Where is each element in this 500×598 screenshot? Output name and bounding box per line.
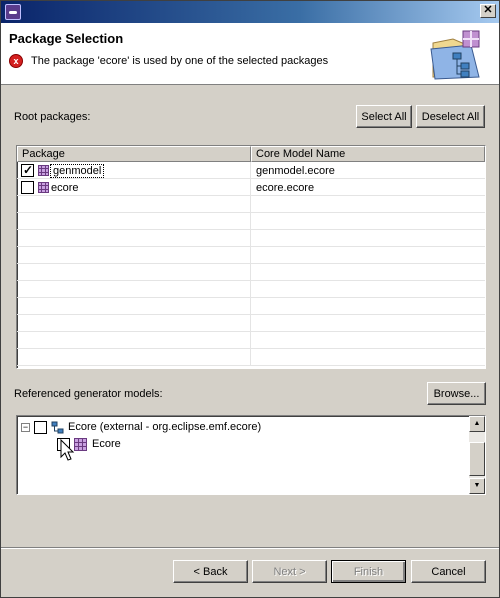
empty-row [17,298,485,315]
error-message: The package 'ecore' is used by one of th… [31,55,329,67]
package-selection-dialog: ✕ Package Selection x The package 'ecore… [0,0,500,598]
back-button[interactable]: < Back [173,560,248,583]
column-header-package[interactable]: Package [17,146,251,162]
ecore-external-checkbox[interactable] [34,420,47,434]
core-model-name: genmodel.ecore [256,164,335,177]
vertical-scrollbar[interactable]: ▲ ▼ [469,416,485,494]
empty-row [17,196,485,213]
empty-row [17,247,485,264]
empty-row [17,315,485,332]
empty-row [17,332,485,349]
empty-row [17,264,485,281]
empty-row [17,281,485,298]
title-bar: ✕ [1,1,499,23]
page-title: Package Selection [9,31,124,46]
empty-row [17,230,485,247]
genmodel-checkbox[interactable] [21,163,34,177]
scroll-up-icon[interactable]: ▲ [469,416,485,432]
wizard-header: Package Selection x The package 'ecore' … [1,23,499,85]
eclipse-app-icon [5,4,21,20]
tree-item-label: Ecore (external - org.eclipse.emf.ecore) [68,421,262,433]
next-button[interactable]: Next > [252,560,327,583]
table-header: Package Core Model Name [17,146,485,162]
collapse-icon[interactable]: − [21,422,30,432]
ecore-checkbox[interactable] [21,181,34,194]
tree-item-ecore-external[interactable]: − Ecore (external - org.eclipse.emf.ecor… [21,419,261,435]
package-icon [38,182,49,193]
cancel-button[interactable]: Cancel [411,560,486,583]
referenced-models-tree: − Ecore (external - org.eclipse.emf.ecor… [16,415,486,495]
scroll-down-icon[interactable]: ▼ [469,478,485,494]
referenced-models-label: Referenced generator models: [14,388,163,400]
deselect-all-button[interactable]: Deselect All [416,105,485,128]
finish-button[interactable]: Finish [331,560,406,583]
empty-row [17,213,485,230]
tree-item-label: Ecore [92,438,121,450]
package-icon [38,165,49,176]
error-icon: x [9,54,23,68]
table-row[interactable]: genmodel genmodel.ecore [17,162,485,179]
table-row[interactable]: ecore ecore.ecore [17,179,485,196]
browse-button[interactable]: Browse... [427,382,486,405]
package-banner-icon [430,30,480,80]
root-packages-label: Root packages: [14,111,91,123]
empty-row [17,349,485,366]
package-name: genmodel [49,163,105,178]
core-model-name: ecore.ecore [256,181,315,194]
mouse-pointer-icon [60,439,75,461]
error-message-row: x The package 'ecore' is used by one of … [9,54,328,68]
generator-model-icon [51,421,64,433]
package-name: ecore [51,181,79,194]
footer-separator [1,547,499,549]
select-all-button[interactable]: Select All [356,105,412,128]
root-packages-table: Package Core Model Name genmodel genmode… [16,145,486,369]
column-header-core-model-name[interactable]: Core Model Name [251,146,485,162]
close-button[interactable]: ✕ [480,4,496,18]
scroll-thumb[interactable] [469,442,485,476]
